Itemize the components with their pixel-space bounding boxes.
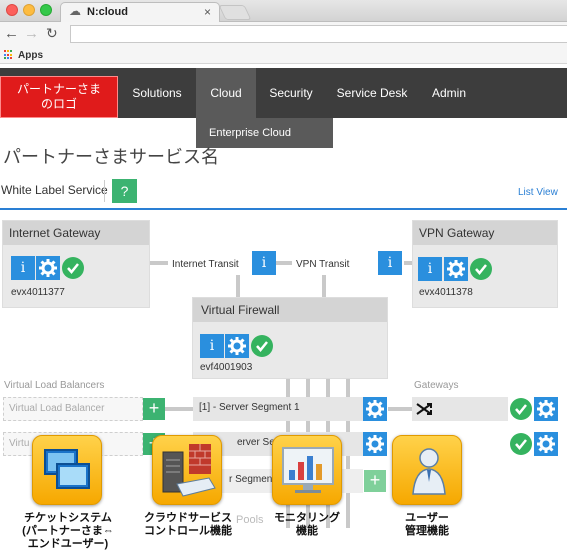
apps-bookmark[interactable]: Apps bbox=[18, 50, 43, 61]
nav-solutions[interactable]: Solutions bbox=[122, 68, 192, 118]
server-firewall-icon bbox=[162, 444, 216, 497]
partner-logo[interactable]: パートナーさまのロゴ bbox=[0, 76, 118, 118]
help-button[interactable]: ? bbox=[112, 179, 137, 203]
panel-title: VPN Gateway bbox=[413, 221, 557, 245]
divider bbox=[104, 180, 105, 202]
check-icon bbox=[67, 263, 79, 274]
check-icon bbox=[475, 264, 487, 275]
panel-title: Virtual Firewall bbox=[193, 298, 387, 322]
gear-icon bbox=[366, 400, 384, 418]
reload-icon[interactable]: ↻ bbox=[46, 25, 58, 42]
status-ok-icon bbox=[470, 258, 492, 280]
partner-logo-text: パートナーさまのロゴ bbox=[17, 82, 102, 111]
maximize-window-button[interactable] bbox=[40, 4, 52, 16]
settings-button[interactable] bbox=[36, 256, 60, 280]
status-ok-icon bbox=[510, 398, 532, 420]
ticket-system-caption: チケットシステム (パートナーさま⇔ エンドユーザー) bbox=[22, 512, 114, 550]
info-button[interactable]: i bbox=[200, 334, 224, 358]
check-icon bbox=[515, 439, 527, 450]
monitoring-tile bbox=[272, 435, 342, 505]
tab-close-icon[interactable]: × bbox=[204, 5, 211, 19]
connector bbox=[276, 261, 292, 265]
back-arrow-icon[interactable]: ← bbox=[4, 25, 19, 42]
browser-tab[interactable]: ☁ N:cloud bbox=[60, 2, 220, 22]
user-management-caption: ユーザー 管理機能 bbox=[405, 512, 449, 537]
cloud-control-caption: クラウドサービス コントロール機能 bbox=[144, 512, 232, 537]
apps-grid-icon[interactable] bbox=[4, 50, 14, 60]
gear-icon bbox=[228, 337, 246, 355]
vpn-transit-label: VPN Transit bbox=[292, 256, 376, 273]
info-button[interactable]: i bbox=[378, 251, 402, 275]
settings-button[interactable] bbox=[363, 397, 387, 421]
gear-icon bbox=[537, 435, 555, 453]
nav-cloud[interactable]: Cloud bbox=[196, 68, 256, 118]
status-ok-icon bbox=[251, 335, 273, 357]
settings-button[interactable] bbox=[363, 432, 387, 456]
ticket-system-tile bbox=[32, 435, 102, 505]
service-label: White Label Service bbox=[1, 183, 108, 197]
nav-admin[interactable]: Admin bbox=[424, 68, 474, 118]
internet-transit-label: Internet Transit bbox=[168, 256, 252, 273]
nav-service-desk[interactable]: Service Desk bbox=[334, 68, 410, 118]
settings-button[interactable] bbox=[534, 432, 558, 456]
monitor-windows-icon bbox=[44, 449, 90, 489]
page-title: パートナーさまサービス名 bbox=[3, 147, 219, 167]
info-button[interactable]: i bbox=[11, 256, 35, 280]
gear-icon bbox=[366, 435, 384, 453]
connector bbox=[388, 407, 412, 411]
shuffle-icon bbox=[416, 403, 432, 415]
add-segment-button[interactable]: + bbox=[364, 470, 386, 492]
vlb-section-label: Virtual Load Balancers bbox=[4, 380, 105, 391]
gateways-section-label: Gateways bbox=[414, 380, 459, 391]
bookmarks-bar bbox=[0, 46, 567, 64]
connector bbox=[322, 275, 326, 297]
user-icon bbox=[412, 448, 446, 495]
status-ok-icon bbox=[510, 433, 532, 455]
gear-icon bbox=[447, 260, 465, 278]
user-management-tile bbox=[392, 435, 462, 505]
gateway-id: evx4011377 bbox=[11, 287, 65, 298]
tab-title: N:cloud bbox=[87, 6, 128, 18]
settings-button[interactable] bbox=[534, 397, 558, 421]
nav-security[interactable]: Security bbox=[262, 68, 320, 118]
connector bbox=[150, 261, 168, 265]
connector bbox=[236, 275, 240, 297]
bar-chart-monitor-icon bbox=[282, 447, 334, 493]
monitoring-caption: モニタリング 機能 bbox=[274, 512, 340, 537]
settings-button[interactable] bbox=[444, 257, 468, 281]
forward-arrow-icon[interactable]: → bbox=[24, 25, 39, 42]
connector bbox=[165, 407, 193, 411]
header-divider bbox=[0, 208, 567, 210]
gear-icon bbox=[39, 259, 57, 277]
panel-title: Internet Gateway bbox=[3, 221, 149, 245]
vlb-item[interactable]: Virtual Load Balancer bbox=[3, 397, 143, 421]
check-icon bbox=[515, 404, 527, 415]
cloud-icon: ☁ bbox=[69, 4, 81, 18]
gateway-row[interactable] bbox=[412, 397, 508, 421]
info-button[interactable]: i bbox=[252, 251, 276, 275]
add-vlb-button[interactable]: + bbox=[143, 398, 165, 420]
firewall-id: evf4001903 bbox=[200, 362, 253, 373]
close-window-button[interactable] bbox=[6, 4, 18, 16]
settings-button[interactable] bbox=[225, 334, 249, 358]
gear-icon bbox=[537, 400, 555, 418]
info-button[interactable]: i bbox=[418, 257, 442, 281]
list-view-link[interactable]: List View bbox=[518, 187, 558, 198]
status-ok-icon bbox=[62, 257, 84, 279]
address-bar[interactable] bbox=[70, 25, 567, 43]
check-icon bbox=[256, 341, 268, 352]
cloud-service-control-tile bbox=[152, 435, 222, 505]
server-segment-row[interactable]: [1] - Server Segment 1 bbox=[193, 397, 363, 421]
minimize-window-button[interactable] bbox=[23, 4, 35, 16]
gateway-id: evx4011378 bbox=[419, 287, 473, 298]
